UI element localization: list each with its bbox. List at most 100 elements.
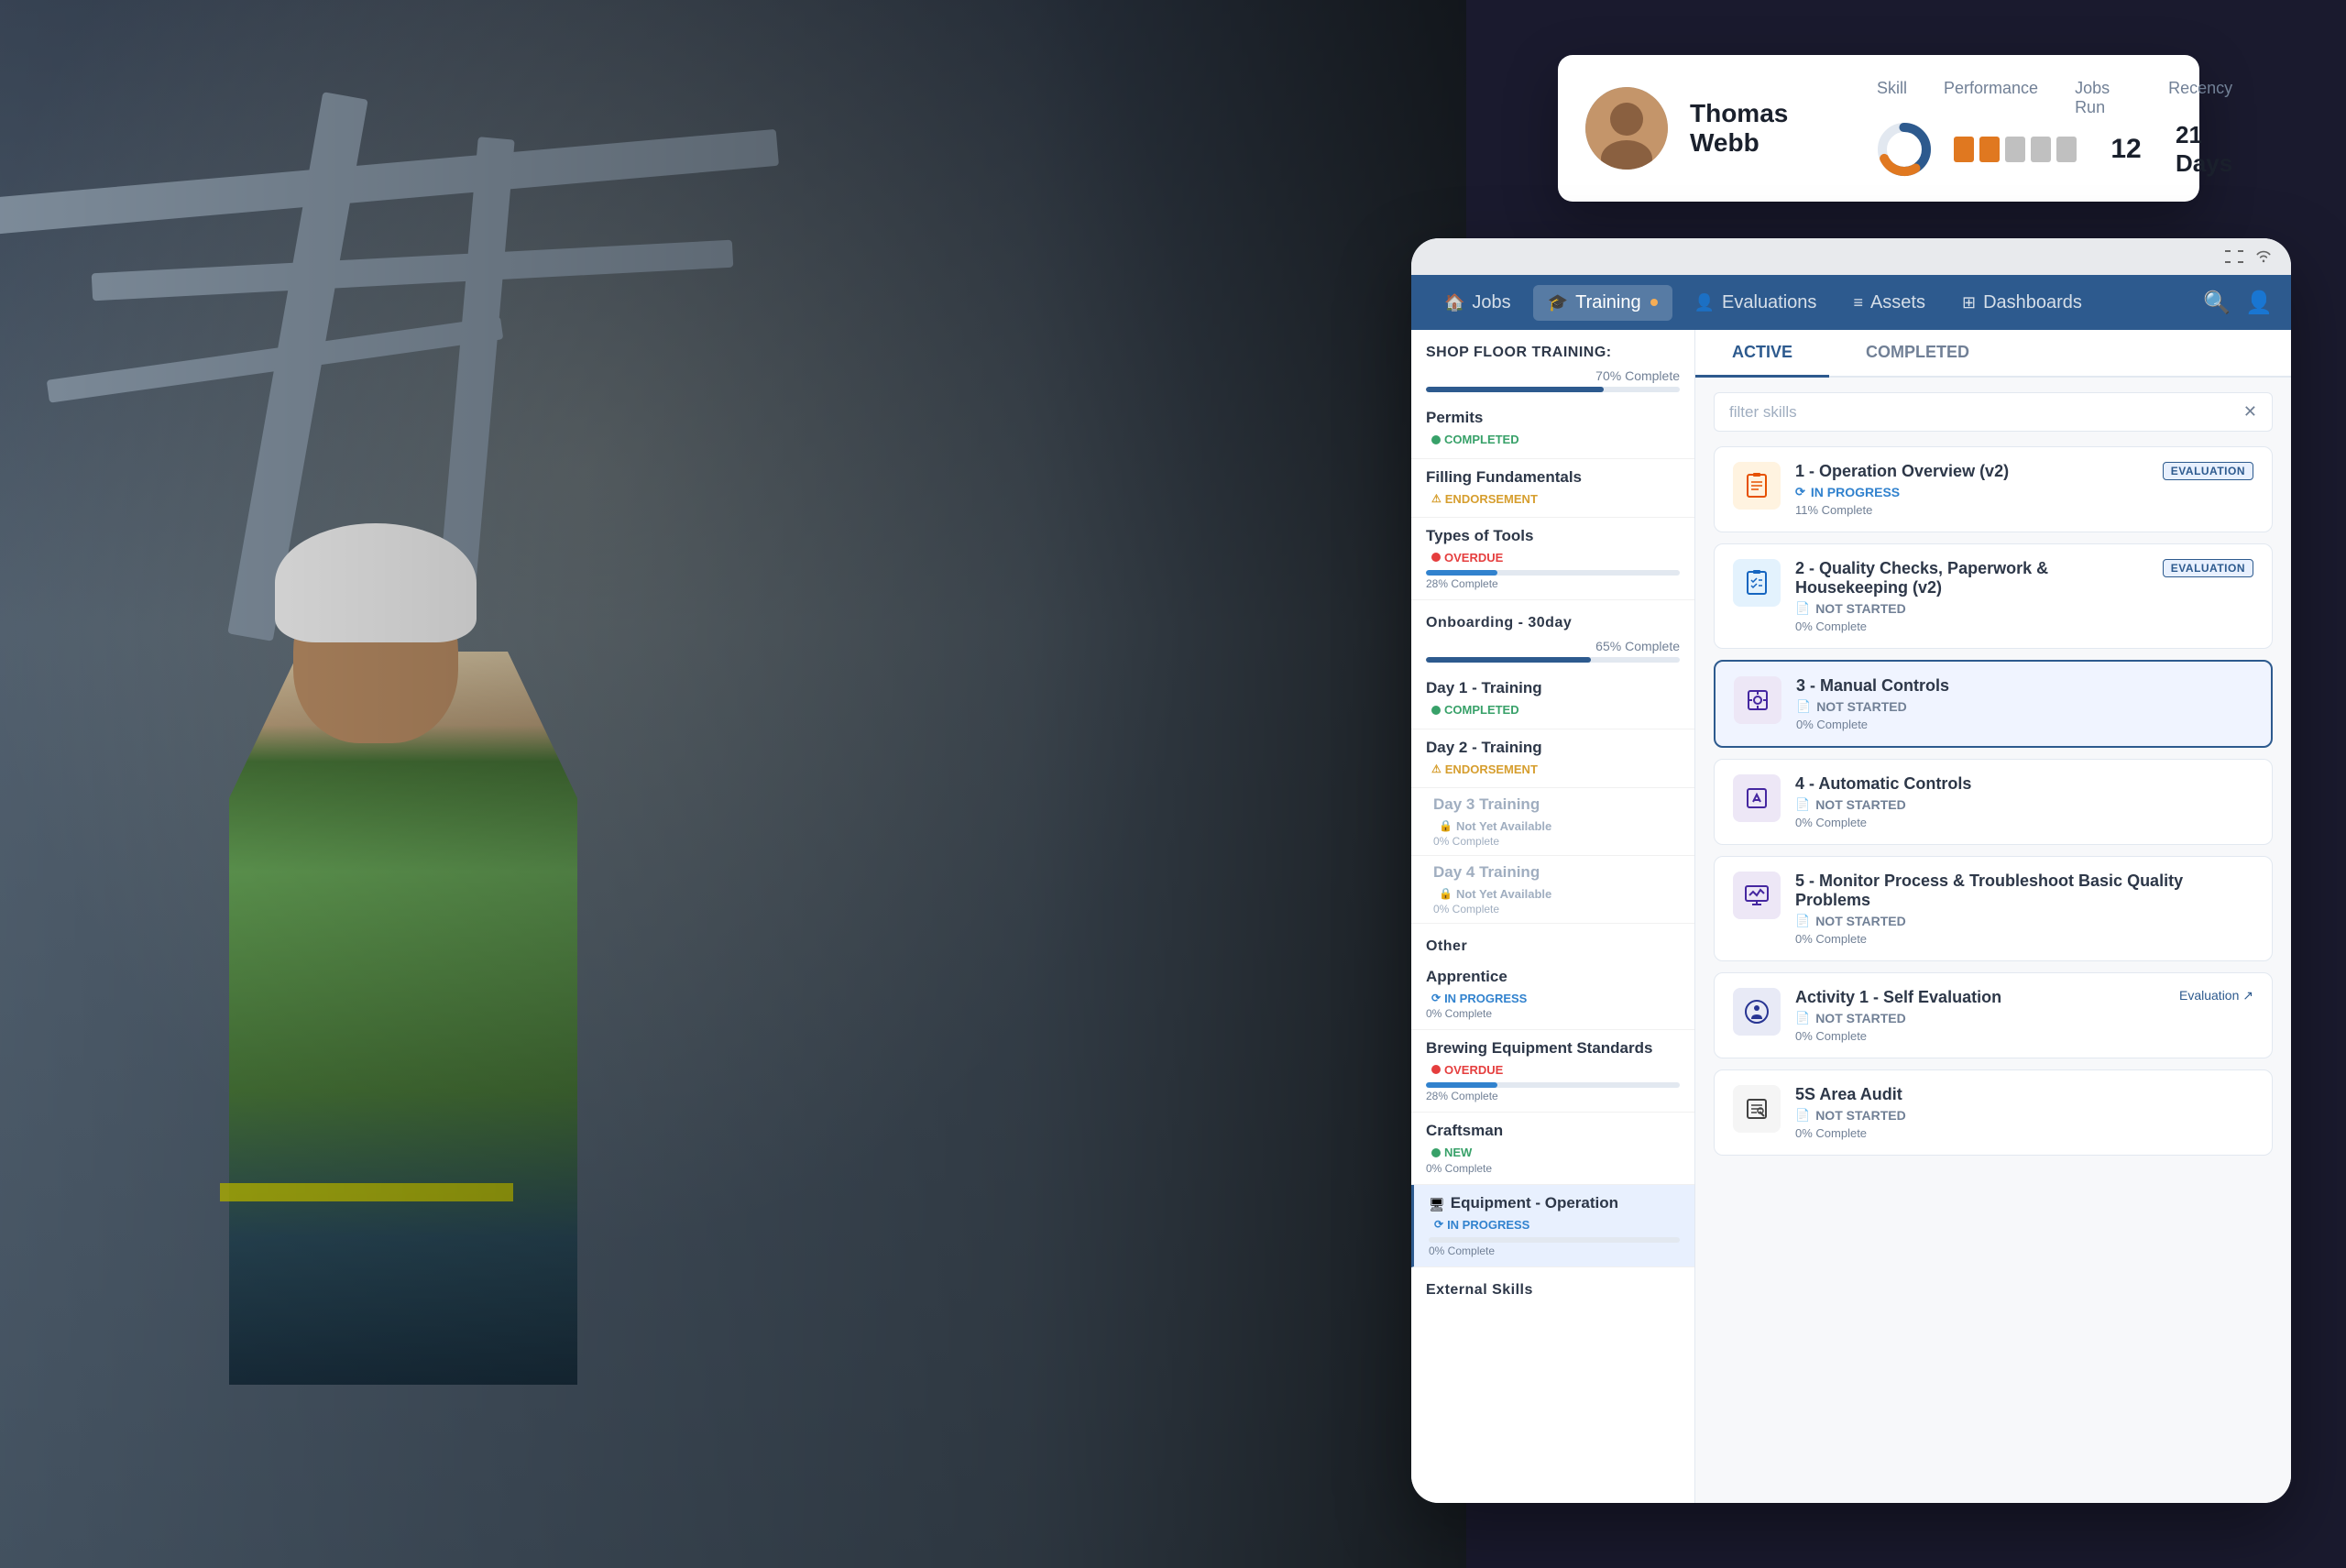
skill-2-eval-tag: EVALUATION [2163,559,2253,577]
activity1-header: Activity 1 - Self Evaluation Evaluation … [1795,988,2253,1011]
filter-input-container: filter skills ✕ [1714,392,2273,432]
craftsman-dot [1431,1148,1441,1157]
5s-status: 📄 NOT STARTED [1795,1108,2253,1123]
tools-dot [1431,553,1441,562]
filter-placeholder: filter skills [1729,403,1797,422]
expand-icon [2223,249,2245,264]
sidebar-item-day3[interactable]: Day 3 Training 🔒 Not Yet Available 0% Co… [1411,788,1694,856]
shop-floor-progress-fill [1426,387,1604,392]
jobs-run-header: Jobs Run [2075,79,2132,117]
nav-assets[interactable]: ≡ Assets [1838,285,1940,321]
nav-training-label: Training [1575,292,1641,313]
perf-bar-4 [2031,137,2051,162]
sidebar: SHOP FLOOR TRAINING: 70% Complete Permit… [1411,330,1695,1503]
training-dot [1650,299,1658,306]
activity1-status-text: NOT STARTED [1815,1011,1906,1025]
skill-header: Skill [1877,79,1907,117]
day3-status: 🔒 Not Yet Available [1433,817,1557,835]
tab-completed[interactable]: COMPLETED [1829,330,2006,378]
skill-card-activity1[interactable]: Activity 1 - Self Evaluation Evaluation … [1714,972,2273,1058]
filter-clear-icon[interactable]: ✕ [2243,402,2257,422]
assets-icon: ≡ [1853,293,1863,313]
activity1-info: Activity 1 - Self Evaluation Evaluation … [1795,988,2253,1043]
skill-card-5[interactable]: 5 - Monitor Process & Troubleshoot Basic… [1714,856,2273,961]
shop-floor-progress-bar [1426,387,1680,392]
brewing-progress-bar [1426,1082,1680,1088]
nav-dashboards[interactable]: ⊞ Dashboards [1947,285,2097,321]
skill-card-3[interactable]: 3 - Manual Controls 📄 NOT STARTED 0% Com… [1714,660,2273,748]
photo-overlay [0,0,1466,1568]
perf-bar-5 [2056,137,2077,162]
onboarding-progress: 65% Complete [1411,635,1694,670]
avatar [1585,87,1668,170]
filling-status: ⚠ ENDORSEMENT [1426,490,1543,508]
shop-floor-progress: 70% Complete [1411,365,1694,400]
nav-evaluations-label: Evaluations [1722,292,1816,313]
sidebar-item-apprentice[interactable]: Apprentice ⟳ IN PROGRESS 0% Complete [1411,959,1694,1030]
nav-training[interactable]: 🎓 Training [1533,285,1672,321]
dashboards-icon: ⊞ [1962,293,1976,313]
sidebar-item-tools[interactable]: Types of Tools OVERDUE 28% Complete [1411,518,1694,601]
skill-card-5s[interactable]: 5S Area Audit 📄 NOT STARTED 0% Complete [1714,1069,2273,1156]
5s-name: 5S Area Audit [1795,1085,2253,1104]
background-photo [0,0,1466,1568]
section-shop-floor-title: SHOP FLOOR TRAINING: [1411,330,1694,365]
sidebar-item-craftsman[interactable]: Craftsman NEW 0% Complete [1411,1113,1694,1185]
skill-3-progress: 0% Complete [1796,718,2253,731]
sidebar-item-permits[interactable]: Permits COMPLETED [1411,400,1694,459]
skill-card-2[interactable]: 2 - Quality Checks, Paperwork & Housekee… [1714,543,2273,649]
skill-2-header: 2 - Quality Checks, Paperwork & Housekee… [1795,559,2253,601]
clipboard-icon [1744,473,1770,499]
sidebar-item-equipment-op[interactable]: 🖥 Equipment - Operation ⟳ IN PROGRESS 0%… [1411,1185,1694,1267]
equipment-progress-bar [1429,1237,1680,1243]
sidebar-item-day1[interactable]: Day 1 - Training COMPLETED [1411,670,1694,729]
skill-card-1[interactable]: 1 - Operation Overview (v2) EVALUATION ⟳… [1714,446,2273,532]
user-icon[interactable]: 👤 [2245,290,2273,316]
search-icon[interactable]: 🔍 [2203,290,2231,316]
skill-card-4[interactable]: 4 - Automatic Controls 📄 NOT STARTED 0% … [1714,759,2273,845]
main-panel: ACTIVE COMPLETED filter skills ✕ [1695,330,2291,1503]
recency-value: 21 Days [2176,121,2232,178]
activity1-eval-link[interactable]: Evaluation ↗ [2179,988,2253,1003]
skill-donut [1877,122,1932,177]
skill-4-name: 4 - Automatic Controls [1795,774,2253,794]
day1-dot [1431,706,1441,715]
skill-2-name: 2 - Quality Checks, Paperwork & Housekee… [1795,559,2163,598]
tools-progress: 28% Complete [1426,566,1680,590]
craftsman-status: NEW [1426,1144,1477,1161]
skill-4-status: 📄 NOT STARTED [1795,797,2253,812]
perf-bar-3 [2005,137,2025,162]
skill-5-icon [1733,872,1781,919]
nav-evaluations[interactable]: 👤 Evaluations [1680,285,1832,321]
permits-dot [1431,435,1441,444]
tab-active[interactable]: ACTIVE [1695,330,1829,378]
skill-4-progress: 0% Complete [1795,816,2253,829]
5s-icon [1733,1085,1781,1133]
day1-status: COMPLETED [1426,701,1525,718]
sidebar-item-filling[interactable]: Filling Fundamentals ⚠ ENDORSEMENT [1411,459,1694,518]
onboarding-progress-bar [1426,657,1680,663]
sidebar-item-day4[interactable]: Day 4 Training 🔒 Not Yet Available 0% Co… [1411,856,1694,924]
device-card: 🏠 Jobs 🎓 Training 👤 Evaluations ≡ Assets… [1411,238,2291,1503]
section-other-title: Other [1411,924,1694,959]
skill-3-status-text: NOT STARTED [1816,699,1907,714]
apprentice-progress: 0% Complete [1426,1007,1680,1020]
craftsman-progress: 0% Complete [1426,1162,1680,1175]
onboarding-progress-label: 65% Complete [1426,639,1680,653]
sidebar-item-day2[interactable]: Day 2 - Training ⚠ ENDORSEMENT [1411,729,1694,788]
evaluations-icon: 👤 [1694,293,1715,313]
day4-title: Day 4 Training [1433,863,1680,882]
perf-bar-1 [1954,137,1974,162]
skill-items: 1 - Operation Overview (v2) EVALUATION ⟳… [1695,446,2291,1156]
section-onboarding-title: Onboarding - 30day [1411,600,1694,635]
brewing-title: Brewing Equipment Standards [1426,1039,1680,1058]
tools-title: Types of Tools [1426,527,1680,545]
controls-icon [1745,687,1770,713]
shop-floor-progress-label: 70% Complete [1426,368,1680,383]
nav-jobs[interactable]: 🏠 Jobs [1430,285,1526,321]
day1-status-text: COMPLETED [1444,703,1519,717]
sidebar-item-brewing[interactable]: Brewing Equipment Standards OVERDUE 28% … [1411,1030,1694,1113]
day2-title: Day 2 - Training [1426,739,1680,757]
5s-progress: 0% Complete [1795,1126,2253,1140]
onboarding-progress-fill [1426,657,1591,663]
